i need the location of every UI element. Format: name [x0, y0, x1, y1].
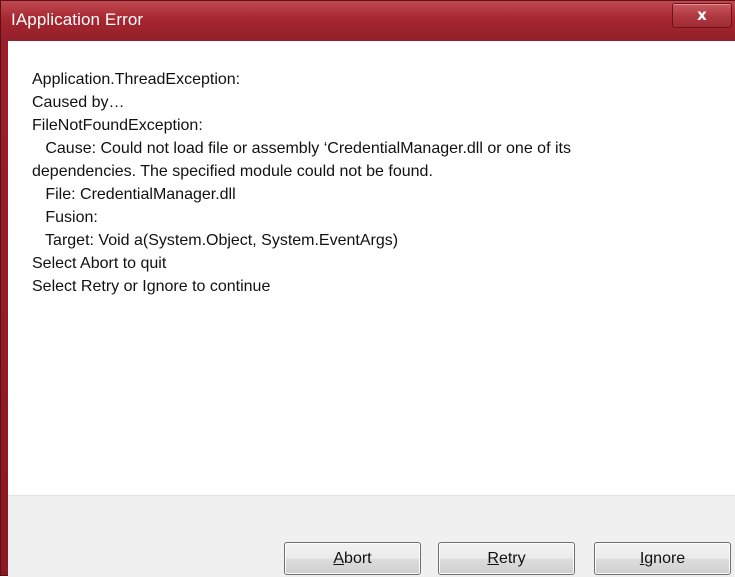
- abort-accelerator: A: [333, 550, 345, 567]
- message-line: Target: Void a(System.Object, System.Eve…: [32, 232, 399, 249]
- retry-accelerator: R: [487, 550, 499, 567]
- retry-label: etry: [498, 550, 526, 567]
- window-title: IApplication Error: [11, 10, 144, 29]
- message-line: FileNotFoundException:: [32, 117, 203, 134]
- abort-label: bort: [344, 550, 372, 567]
- message-line: dependencies. The specified module could…: [32, 163, 433, 180]
- close-icon: x: [697, 6, 707, 24]
- title-bar[interactable]: IApplication Error x: [1, 1, 735, 41]
- ignore-label: gnore: [644, 550, 686, 567]
- close-button[interactable]: x: [672, 3, 732, 28]
- message-line: Cause: Could not load file or assembly ‘…: [32, 140, 571, 157]
- message-line: Caused by…: [32, 94, 125, 111]
- error-message: Application.ThreadException: Caused by… …: [32, 68, 722, 298]
- message-line: Fusion:: [32, 209, 98, 226]
- ignore-button[interactable]: Ignore: [594, 542, 731, 575]
- message-line: Application.ThreadException:: [32, 71, 241, 88]
- message-line: Select Abort to quit: [32, 255, 167, 272]
- message-line: File: CredentialManager.dll: [32, 186, 236, 203]
- retry-button[interactable]: Retry: [438, 542, 575, 575]
- message-line: Select Retry or Ignore to continue: [32, 278, 271, 295]
- abort-button[interactable]: Abort: [284, 542, 421, 575]
